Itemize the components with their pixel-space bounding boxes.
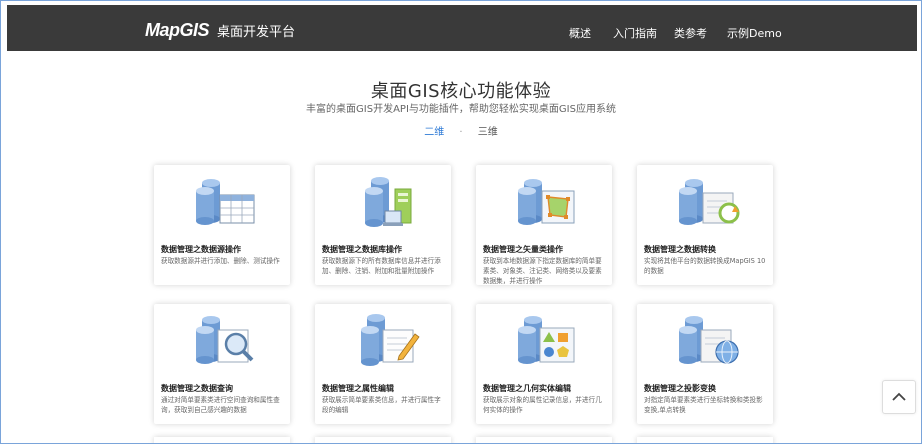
card-peek [154,437,290,443]
card-description: 获取数据源下的所有数据库信息并进行添加、删除、注销、附加和批量附加操作 [322,257,441,275]
logo-subtitle: 桌面开发平台 [217,24,296,40]
card-title: 数据管理之投影变换 [644,384,716,393]
card-description: 获取展示简单要素类信息，并进行属性字段的编辑 [322,396,441,414]
card-description: 对指定简单要素类进行坐标转换和类投影变换,单点转换 [644,396,763,414]
chevron-up-icon [892,392,906,401]
nav-item-getting-started[interactable]: 入门指南 [613,25,657,41]
card-geometry-edit[interactable]: 数据管理之几何实体编辑 获取展示对象的属性记录信息，并进行几何实体的操作 [476,304,612,424]
database-table-icon [194,173,264,231]
database-search-icon [194,312,264,370]
card-peek [476,437,612,443]
card-data-conversion[interactable]: 数据管理之数据转换 实现将其他平台的数据转换成MapGIS 10的数据 [637,165,773,285]
database-vector-icon [516,173,586,231]
card-data-query[interactable]: 数据管理之数据查询 通过对简单要素类进行空间查询和属性查询，获取到自己感兴趣的数… [154,304,290,424]
card-peek [315,437,451,443]
view-tabs: 二维 · 三维 [1,123,921,138]
card-description: 获取展示对象的属性记录信息，并进行几何实体的操作 [483,396,602,414]
card-projection-transform[interactable]: 数据管理之投影变换 对指定简单要素类进行坐标转换和类投影变换,单点转换 [637,304,773,424]
card-title: 数据管理之矢量类操作 [483,245,563,254]
card-title: 数据管理之数据源操作 [161,245,241,254]
database-server-icon [355,173,425,231]
nav-item-overview[interactable]: 概述 [569,25,591,41]
database-geometry-icon [516,312,586,370]
card-description: 获取数据源并进行添加、删除、测试操作 [161,257,280,265]
card-title: 数据管理之数据查询 [161,384,233,393]
page-subtitle: 丰富的桌面GIS开发API与功能插件，帮助您轻松实现桌面GIS应用系统 [306,104,616,115]
card-attribute-edit[interactable]: 数据管理之属性编辑 获取展示简单要素类信息，并进行属性字段的编辑 [315,304,451,424]
card-title: 数据管理之属性编辑 [322,384,394,393]
database-convert-icon [677,173,747,231]
top-navbar: MapGIS 桌面开发平台 概述 入门指南 类参考 示例Demo [7,5,917,51]
card-title: 数据管理之几何实体编辑 [483,384,571,393]
tab-separator: · [459,127,463,138]
card-title: 数据管理之数据库操作 [322,245,402,254]
card-title: 数据管理之数据转换 [644,245,716,254]
nav-item-demo[interactable]: 示例Demo [727,25,782,41]
card-peek [637,437,773,443]
card-description: 获取到本地数据源下指定数据库的简单要素类、对象类、注记类、网络类以及要素数据集，… [483,257,602,285]
database-edit-icon [355,312,425,370]
tab-3d[interactable]: 三维 [478,123,498,138]
card-description: 通过对简单要素类进行空间查询和属性查询，获取到自己感兴趣的数据 [161,396,280,414]
logo[interactable]: MapGIS 桌面开发平台 [145,19,295,41]
nav-item-class-reference[interactable]: 类参考 [674,25,707,41]
tab-2d[interactable]: 二维 [424,123,444,138]
logo-brand: MapGIS [145,19,210,40]
card-datasource-operations[interactable]: 数据管理之数据源操作 获取数据源并进行添加、删除、测试操作 [154,165,290,285]
back-to-top-button[interactable] [882,380,916,414]
database-projection-icon [677,312,747,370]
card-database-operations[interactable]: 数据管理之数据库操作 获取数据源下的所有数据库信息并进行添加、删除、注销、附加和… [315,165,451,285]
card-vector-class-operations[interactable]: 数据管理之矢量类操作 获取到本地数据源下指定数据库的简单要素类、对象类、注记类、… [476,165,612,285]
page-frame: MapGIS 桌面开发平台 概述 入门指南 类参考 示例Demo 桌面GIS核心… [0,0,922,444]
card-description: 实现将其他平台的数据转换成MapGIS 10的数据 [644,257,766,275]
